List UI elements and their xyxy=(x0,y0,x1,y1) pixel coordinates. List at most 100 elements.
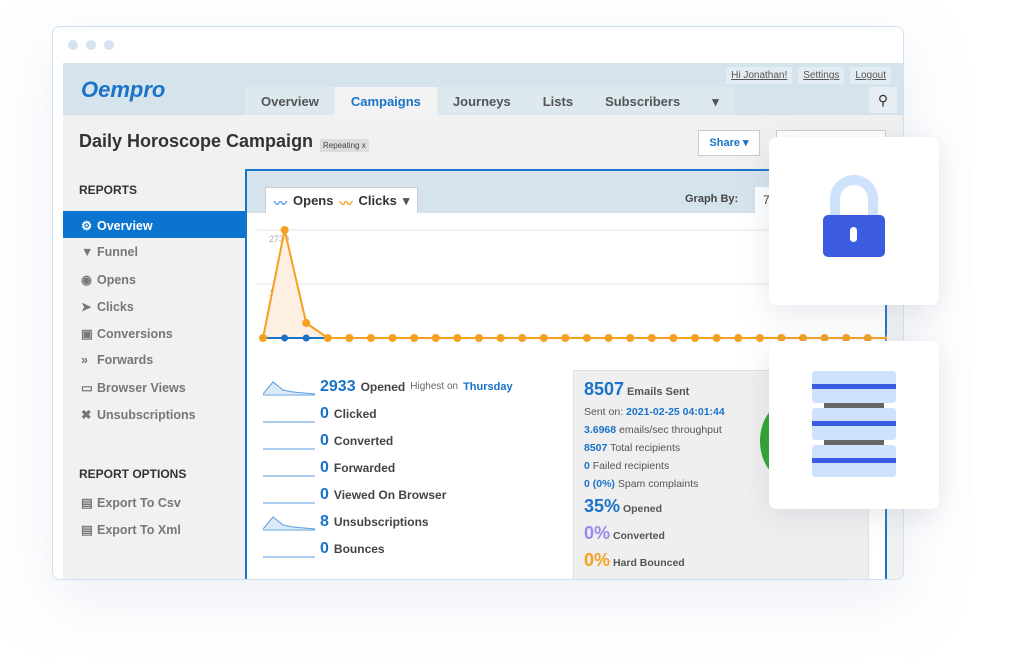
sidebar-item-label: Overview xyxy=(97,219,153,233)
tab-lists[interactable]: Lists xyxy=(526,87,590,115)
stat-value: 8 xyxy=(320,512,329,530)
graph-by-label: Graph By: xyxy=(685,193,739,205)
security-card xyxy=(769,137,939,305)
total-label: Total recipients xyxy=(610,442,681,454)
clicks-point xyxy=(431,334,440,342)
stat-label: Forwarded xyxy=(333,460,396,475)
lock-icon xyxy=(823,175,885,257)
stat-label: Opened xyxy=(360,379,406,394)
sidebar-item-icon: » xyxy=(81,353,88,367)
sidebar-item-opens[interactable]: ◉ Opens xyxy=(63,265,245,292)
greeting-link[interactable]: Hi Jonathan! xyxy=(726,67,793,84)
stat-label: Viewed On Browser xyxy=(333,487,447,502)
sparkline xyxy=(263,515,315,530)
sidebar-item-icon: ▣ xyxy=(81,327,93,341)
server-card xyxy=(769,341,939,509)
stat-value: 2933 xyxy=(320,377,356,395)
tab-more-dropdown[interactable]: ▾ xyxy=(696,87,735,115)
legend-clicks: Clicks xyxy=(358,193,397,208)
logout-link[interactable]: Logout xyxy=(850,67,891,84)
clicks-point xyxy=(453,334,462,342)
clicks-point xyxy=(539,334,548,342)
sidebar-item-label: Conversions xyxy=(97,327,173,341)
report-options-heading: REPORT OPTIONS xyxy=(79,467,187,481)
sidebar-item-label: Unsubscriptions xyxy=(97,408,196,422)
sparkline xyxy=(263,475,315,476)
clicks-point xyxy=(367,334,375,342)
stat-value: 0 xyxy=(320,539,329,557)
tab-journeys[interactable]: Journeys xyxy=(436,87,527,115)
sidebar-option-0[interactable]: ▤ Export To Csv xyxy=(63,488,245,515)
reports-heading: REPORTS xyxy=(79,183,138,197)
sidebar-item-unsubscriptions[interactable]: ✖ Unsubscriptions xyxy=(63,400,245,427)
spam-label: Spam complaints xyxy=(617,478,699,490)
sidebar-item-label: Opens xyxy=(97,273,136,287)
stat-row: 8 Unsubscriptions xyxy=(263,508,429,535)
clicks-point xyxy=(755,334,764,342)
sidebar-item-icon: ▭ xyxy=(81,381,93,395)
stat-row: 0 Clicked xyxy=(263,400,377,427)
server-icon xyxy=(812,371,896,477)
sidebar-item-icon: ✖ xyxy=(81,408,92,422)
legend-opens: Opens xyxy=(293,193,334,208)
stat-value: 0 xyxy=(320,458,329,476)
clicks-point xyxy=(734,334,743,342)
sidebar-item-funnel[interactable]: ▼ Funnel xyxy=(63,238,245,265)
badge-label: Repeating xyxy=(323,141,360,150)
sidebar-option-label: Export To Xml xyxy=(97,523,181,537)
sidebar-item-clicks[interactable]: ➤ Clicks xyxy=(63,292,245,319)
sidebar-item-icon: ◉ xyxy=(81,273,92,287)
converted-pct: 0% xyxy=(584,523,611,543)
series-selector[interactable]: 〰 Opens 〰 Clicks ▾ xyxy=(265,187,419,213)
opened-pct: 35% xyxy=(584,496,621,516)
sidebar-item-label: Clicks xyxy=(97,300,134,314)
sidebar-item-icon: ⚙ xyxy=(81,219,93,233)
search-icon[interactable]: ⚲ xyxy=(869,87,897,113)
sparkline xyxy=(263,556,315,557)
chevron-down-icon: ▾ xyxy=(402,193,410,208)
sidebar-item-browser-views[interactable]: ▭ Browser Views xyxy=(63,373,245,400)
page-title: Daily Horoscope Campaign xyxy=(79,131,314,151)
clicks-point xyxy=(647,334,656,342)
converted-label: Converted xyxy=(612,530,665,542)
sent-label: Emails Sent xyxy=(626,386,690,398)
clicks-point xyxy=(691,334,699,342)
spam-value: 0 (0%) xyxy=(584,478,615,490)
sidebar-item-forwards[interactable]: » Forwards xyxy=(63,346,245,373)
main-nav: Overview Campaigns Journeys Lists Subscr… xyxy=(245,87,735,115)
opens-line-icon: 〰 xyxy=(274,196,288,211)
clicks-point xyxy=(561,334,570,342)
stat-label: Bounces xyxy=(333,541,385,556)
share-button[interactable]: Share ▾ xyxy=(698,130,760,156)
sidebar-option-label: Export To Csv xyxy=(97,496,181,510)
sparkline xyxy=(263,421,315,422)
opens-point xyxy=(302,334,310,342)
sent-on-value: 2021-02-25 04:01:44 xyxy=(626,406,725,418)
sidebar-option-1[interactable]: ▤ Export To Xml xyxy=(63,515,245,542)
clicks-point xyxy=(496,334,505,342)
clicks-point xyxy=(475,334,483,342)
tab-campaigns[interactable]: Campaigns xyxy=(334,87,437,115)
clicks-point xyxy=(669,334,678,342)
clicks-point xyxy=(712,334,721,342)
tab-subscribers[interactable]: Subscribers xyxy=(589,87,697,115)
throughput-value: 3.6968 xyxy=(584,424,617,436)
settings-link[interactable]: Settings xyxy=(798,67,845,84)
failed-value: 0 xyxy=(584,460,590,472)
clicks-point xyxy=(323,334,332,342)
file-icon: ▤ xyxy=(81,523,93,537)
repeating-badge: Repeating x xyxy=(320,139,369,152)
clicks-point xyxy=(626,334,635,342)
badge-close[interactable]: x xyxy=(362,141,366,150)
sent-on-label: Sent on: xyxy=(584,406,624,418)
window-dot xyxy=(68,40,78,50)
clicks-point xyxy=(302,318,311,327)
clicks-line-icon: 〰 xyxy=(339,196,353,211)
stat-value: 0 xyxy=(320,404,329,422)
sidebar-item-overview[interactable]: ⚙ Overview xyxy=(63,211,245,238)
window-dot xyxy=(104,40,114,50)
clicks-point xyxy=(604,334,613,342)
stat-label: Clicked xyxy=(333,406,377,421)
tab-overview[interactable]: Overview xyxy=(245,87,335,115)
sidebar-item-conversions[interactable]: ▣ Conversions xyxy=(63,319,245,346)
